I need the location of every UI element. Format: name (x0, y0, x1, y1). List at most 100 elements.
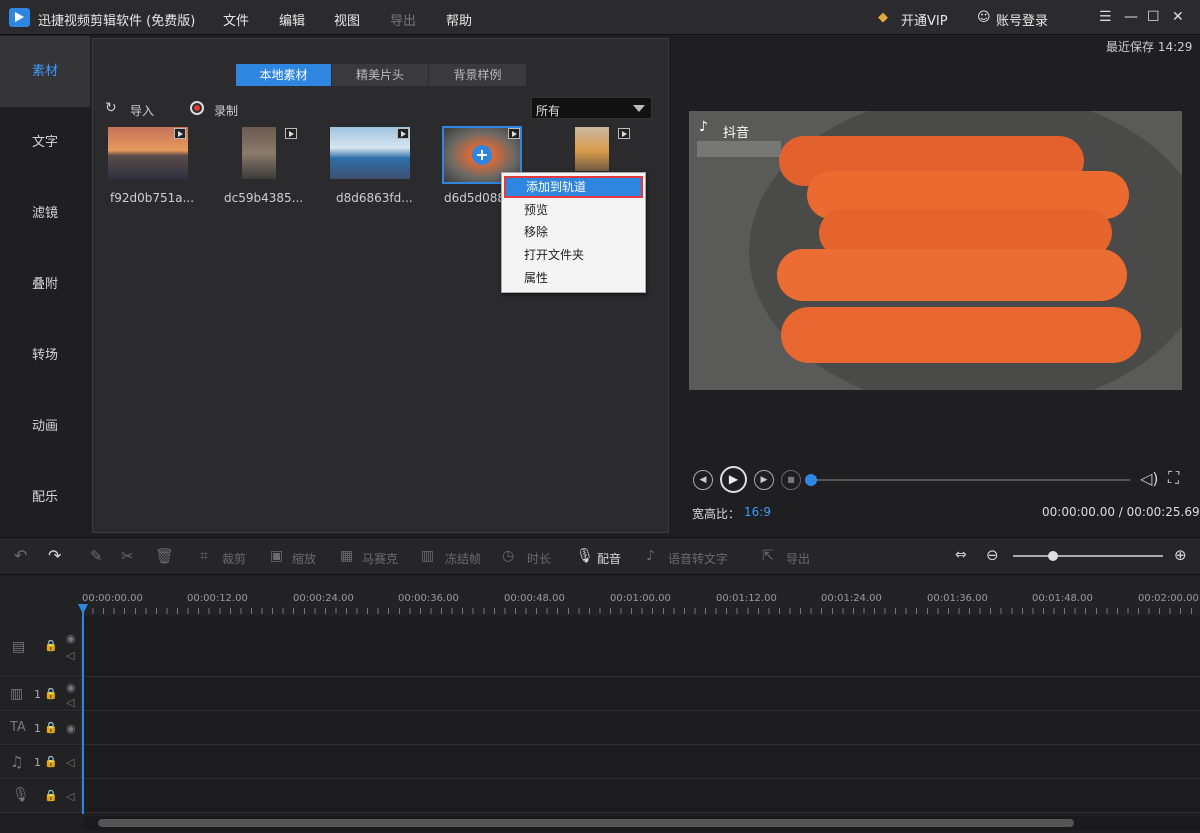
filter-select[interactable]: 所有 (531, 97, 652, 119)
zoom-in-icon[interactable]: ⊕ (1174, 546, 1187, 564)
tick-label: 00:01:00.00 (610, 593, 671, 604)
sidebar-item-text[interactable]: 文字 (0, 107, 90, 178)
record-button[interactable]: 录制 (214, 102, 238, 119)
vip-button[interactable]: 开通VIP (901, 10, 948, 29)
clock-icon[interactable]: ◷ (502, 548, 514, 564)
export-button[interactable]: 导出 (786, 550, 810, 567)
lock-icon[interactable]: 🔒 (44, 721, 58, 734)
dub-button[interactable]: 配音 (597, 550, 621, 567)
context-remove[interactable]: 移除 (504, 221, 643, 243)
menu-help[interactable]: 帮助 (446, 10, 472, 29)
vip-icon[interactable]: ◆ (878, 10, 888, 25)
playhead[interactable] (82, 604, 84, 814)
freeze-frame-button[interactable]: 冻结帧 (445, 550, 481, 567)
video-track-2[interactable]: ▥ 1 🔒 ◉ ◁ (0, 678, 1200, 711)
stop-icon[interactable]: ■ (781, 470, 801, 490)
timeline-ruler[interactable]: 00:00:00.00 00:00:12.00 00:00:24.00 00:0… (0, 576, 1200, 616)
progress-handle[interactable] (805, 474, 817, 486)
sidebar-item-music[interactable]: 配乐 (0, 462, 90, 533)
zoom-slider-handle[interactable] (1048, 551, 1058, 561)
zoom-tool-icon[interactable]: ▣ (270, 548, 283, 564)
sidebar-item-filter[interactable]: 滤镜 (0, 178, 90, 249)
app-logo-icon (9, 8, 30, 27)
context-properties[interactable]: 属性 (504, 267, 643, 289)
menu-export[interactable]: 导出 (390, 10, 416, 29)
fullscreen-icon[interactable]: ⛶ (1168, 468, 1179, 488)
sidebar-item-transition[interactable]: 转场 (0, 320, 90, 391)
zoom-button[interactable]: 缩放 (292, 550, 316, 567)
sidebar-item-animation[interactable]: 动画 (0, 391, 90, 462)
video-watermark: 抖音 (723, 126, 750, 141)
speech-to-text-icon[interactable]: ♪ (646, 548, 655, 564)
menu-file[interactable]: 文件 (223, 10, 249, 29)
speaker-icon[interactable]: ◁ (66, 756, 74, 769)
close-icon[interactable]: ✕ (1172, 9, 1184, 25)
sidebar-item-material[interactable]: 素材 (0, 36, 90, 107)
cut-icon[interactable]: ✂ (121, 547, 134, 565)
speaker-icon[interactable]: ◁ (66, 790, 74, 803)
context-preview[interactable]: 预览 (504, 199, 643, 221)
menu-view[interactable]: 视图 (334, 10, 360, 29)
maximize-icon[interactable]: ☐ (1147, 9, 1160, 25)
next-frame-icon[interactable]: ▶ (754, 470, 774, 490)
mosaic-icon[interactable]: ▦ (340, 548, 353, 564)
zoom-slider[interactable] (1013, 555, 1163, 557)
scrollbar-thumb[interactable] (98, 819, 1074, 827)
export-icon[interactable]: ⇱ (762, 548, 774, 564)
context-add-to-track[interactable]: 添加到轨道 (504, 176, 643, 198)
add-icon[interactable]: + (472, 145, 492, 165)
tick-label: 00:00:00.00 (82, 593, 143, 604)
tick-label: 00:01:36.00 (927, 593, 988, 604)
zoom-out-icon[interactable]: ⊖ (986, 546, 999, 564)
crop-icon[interactable]: ⌗ (200, 548, 208, 564)
video-type-icon (508, 128, 520, 139)
import-button[interactable]: 导入 (130, 102, 154, 119)
minimize-icon[interactable]: — (1124, 9, 1138, 25)
play-icon[interactable]: ▶ (720, 466, 747, 493)
edit-icon[interactable]: ✎ (90, 547, 103, 565)
context-open-folder[interactable]: 打开文件夹 (504, 244, 643, 266)
microphone-icon[interactable]: 🎙 (576, 548, 594, 564)
aspect-value[interactable]: 16:9 (744, 505, 771, 519)
media-thumbnail[interactable] (242, 127, 276, 179)
tab-local-material[interactable]: 本地素材 (236, 64, 331, 86)
video-track-main[interactable]: ▤ 🔒 ◉ ◁ (0, 617, 1200, 677)
menu-icon[interactable]: ☰ (1099, 9, 1112, 25)
text-track[interactable]: TA 1 🔒 ◉ (0, 712, 1200, 745)
speech-to-text-button[interactable]: 语音转文字 (668, 550, 728, 567)
prev-frame-icon[interactable]: ◀ (693, 470, 713, 490)
lock-icon[interactable]: 🔒 (44, 755, 58, 768)
menu-edit[interactable]: 编辑 (279, 10, 305, 29)
import-icon[interactable]: ↻ (105, 100, 117, 116)
record-icon[interactable] (190, 101, 204, 115)
lock-icon[interactable]: 🔒 (44, 639, 58, 652)
fit-icon[interactable]: ⇔ (955, 547, 967, 563)
media-thumbnail[interactable] (575, 127, 609, 171)
timeline-scrollbar[interactable] (84, 816, 1200, 830)
redo-icon[interactable]: ↷ (48, 546, 61, 565)
tab-background-samples[interactable]: 背景样例 (429, 64, 526, 86)
account-login-button[interactable]: 账号登录 (996, 10, 1048, 29)
tab-intro-templates[interactable]: 精美片头 (332, 64, 428, 86)
crop-button[interactable]: 裁剪 (222, 550, 246, 567)
mosaic-button[interactable]: 马赛克 (362, 550, 398, 567)
duration-button[interactable]: 时长 (527, 550, 551, 567)
speaker-icon[interactable]: ◁ (66, 696, 74, 709)
sidebar-item-overlay[interactable]: 叠附 (0, 249, 90, 320)
voice-track[interactable]: 🎙 🔒 ◁ (0, 780, 1200, 813)
music-track[interactable]: ♫ 1 🔒 ◁ (0, 746, 1200, 779)
volume-icon[interactable]: ◁) (1140, 469, 1159, 488)
eye-icon[interactable]: ◉ (66, 722, 76, 735)
progress-track[interactable] (810, 479, 1130, 481)
freeze-icon[interactable]: ▥ (421, 548, 434, 564)
delete-icon[interactable]: 🗑 (155, 547, 174, 565)
eye-icon[interactable]: ◉ (66, 681, 76, 694)
user-icon[interactable]: ☺ (977, 10, 991, 25)
tick-label: 00:00:12.00 (187, 593, 248, 604)
speaker-icon[interactable]: ◁ (66, 649, 74, 662)
microphone-icon: 🎙 (12, 787, 30, 803)
lock-icon[interactable]: 🔒 (44, 687, 58, 700)
lock-icon[interactable]: 🔒 (44, 789, 58, 802)
undo-icon[interactable]: ↶ (14, 546, 27, 565)
eye-icon[interactable]: ◉ (66, 632, 76, 645)
